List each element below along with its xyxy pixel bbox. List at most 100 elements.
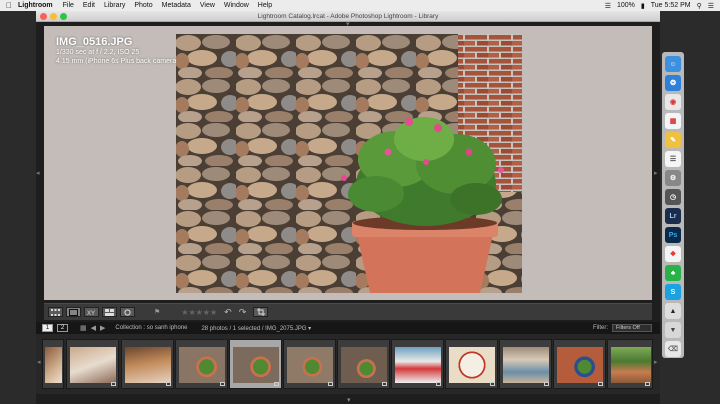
- filmstrip-thumbnail[interactable]: [499, 339, 552, 389]
- thumbnail-image: [179, 347, 225, 383]
- filmstrip-scroll-left-icon[interactable]: ◂: [37, 359, 41, 366]
- photoshop-dock-icon[interactable]: Ps: [665, 227, 681, 243]
- filmstrip-thumbnail[interactable]: [607, 339, 653, 389]
- close-window-button[interactable]: [40, 13, 47, 20]
- survey-view-button[interactable]: [102, 307, 117, 317]
- collection-source[interactable]: Collection : so sanh iphone: [115, 325, 187, 331]
- filmstrip-scroll-right-icon[interactable]: ▸: [654, 359, 658, 366]
- reminders-icon[interactable]: ☰: [665, 151, 681, 167]
- thumbnail-badge-icon: [645, 382, 650, 386]
- menu-photo[interactable]: Photo: [134, 2, 152, 9]
- filmstrip-thumbnail[interactable]: [283, 339, 336, 389]
- mac-menu-bar:  Lightroom File Edit Library Photo Meta…: [0, 0, 720, 11]
- thumbnail-badge-icon: [382, 382, 387, 386]
- filmstrip-toggle-icon[interactable]: ▾: [347, 396, 351, 404]
- filmstrip-header: 1 2 ▦ ◀ ▶ Collection : so sanh iphone 28…: [36, 322, 660, 334]
- thumbnail-badge-icon: [490, 382, 495, 386]
- menu-help[interactable]: Help: [258, 2, 272, 9]
- monitor-2-button[interactable]: 2: [57, 324, 68, 332]
- thumbnail-badge-icon: [436, 382, 441, 386]
- menu-metadata[interactable]: Metadata: [162, 2, 191, 9]
- slack-icon[interactable]: ❖: [665, 246, 681, 262]
- left-panel-toggle-icon[interactable]: ◂: [36, 170, 40, 177]
- time-machine-icon[interactable]: ◷: [665, 189, 681, 205]
- apple-icon[interactable]: : [0, 1, 18, 10]
- menu-library[interactable]: Library: [104, 2, 125, 9]
- thumbnail-badge-icon: [328, 382, 333, 386]
- filmstrip-thumbnail[interactable]: [391, 339, 444, 389]
- flag-icon[interactable]: ⚑: [154, 308, 160, 316]
- battery-status[interactable]: 100%: [617, 2, 635, 9]
- forward-arrow-icon[interactable]: ▶: [100, 324, 105, 332]
- grid-icon[interactable]: ▦: [80, 324, 87, 332]
- chrome-icon[interactable]: ◉: [665, 94, 681, 110]
- mac-dock: ☺ ❂ ◉ ▦ ✎ ☰ ⚙ ◷ Lr Ps ❖ ♣ S ▲ ▼ ⌫: [662, 52, 684, 358]
- photo-count-status[interactable]: 28 photos / 1 selected / IMG_2075.JPG ▾: [201, 325, 311, 332]
- crop-overlay-button[interactable]: [253, 307, 269, 317]
- skype-icon[interactable]: S: [665, 284, 681, 300]
- main-photo-image: [176, 34, 522, 293]
- menu-file[interactable]: File: [63, 2, 74, 9]
- monitor-1-button[interactable]: 1: [42, 324, 53, 332]
- thumbnail-image: [395, 347, 441, 383]
- filmstrip-thumbnail[interactable]: [66, 339, 119, 389]
- spotlight-icon[interactable]: ⚲: [697, 2, 702, 10]
- filmstrip-thumbnail[interactable]: [445, 339, 498, 389]
- filmstrip-thumbnail[interactable]: [553, 339, 606, 389]
- loupe-view[interactable]: IMG_0516.JPG 1/330 sec at f / 2.2, ISO 2…: [44, 26, 652, 300]
- thumbnail-image: [233, 347, 279, 383]
- filmstrip-thumbnail-selected[interactable]: [229, 339, 282, 389]
- safari-icon[interactable]: ❂: [665, 75, 681, 91]
- notification-center-icon[interactable]: ☰: [708, 2, 714, 10]
- menu-window[interactable]: Window: [224, 2, 249, 9]
- loupe-view-button[interactable]: [66, 307, 81, 317]
- filmstrip[interactable]: ◂ ▸: [36, 334, 660, 394]
- star-rating[interactable]: ★★★★★: [181, 308, 217, 317]
- filter-label: Filter:: [593, 325, 608, 331]
- calendar-icon[interactable]: ▦: [665, 113, 681, 129]
- people-view-icon: [124, 308, 131, 316]
- thumbnail-image: [503, 347, 549, 383]
- rotate-right-icon[interactable]: ↷: [239, 307, 247, 318]
- filmstrip-thumbnail[interactable]: [175, 339, 228, 389]
- evernote-icon[interactable]: ♣: [665, 265, 681, 281]
- library-toolbar: XY ⚑ ★★★★★ ↶ ↷: [44, 303, 652, 320]
- system-preferences-icon[interactable]: ⚙: [665, 170, 681, 186]
- compare-view-button[interactable]: XY: [84, 307, 99, 317]
- thumbnail-image: [557, 347, 603, 383]
- lightroom-dock-icon[interactable]: Lr: [665, 208, 681, 224]
- menu-edit[interactable]: Edit: [83, 2, 95, 9]
- survey-view-icon: [105, 308, 114, 316]
- compare-view-icon: XY: [87, 311, 95, 316]
- zoom-window-button[interactable]: [60, 13, 67, 20]
- clock[interactable]: Tue 5:52 PM: [651, 2, 691, 9]
- thumbnail-badge-icon: [544, 382, 549, 386]
- finder-icon[interactable]: ☺: [665, 56, 681, 72]
- people-view-button[interactable]: [120, 307, 135, 317]
- thumbnail-image: [611, 347, 651, 383]
- thumbnail-image: [125, 347, 171, 383]
- rotate-left-icon[interactable]: ↶: [224, 307, 232, 318]
- thumbnail-badge-icon: [598, 382, 603, 386]
- app-store-icon[interactable]: ▲: [665, 303, 681, 319]
- right-panel-toggle-icon[interactable]: ▸: [654, 170, 658, 177]
- trash-icon[interactable]: ⌫: [665, 341, 681, 357]
- wifi-icon[interactable]: ☰: [605, 2, 611, 10]
- minimize-window-button[interactable]: [50, 13, 57, 20]
- filmstrip-thumbnail[interactable]: [121, 339, 174, 389]
- filter-dropdown[interactable]: Filters Off: [612, 324, 652, 332]
- back-arrow-icon[interactable]: ◀: [91, 324, 96, 332]
- filmstrip-thumbnail[interactable]: [42, 339, 64, 389]
- notes-icon[interactable]: ✎: [665, 132, 681, 148]
- filmstrip-thumbnail[interactable]: [337, 339, 390, 389]
- svg-text:XY: XY: [87, 311, 95, 316]
- grid-view-button[interactable]: [48, 307, 63, 317]
- crop-icon: [256, 308, 265, 316]
- thumbnail-image: [449, 347, 495, 383]
- downloads-stack-icon[interactable]: ▼: [665, 322, 681, 338]
- main-photo[interactable]: [176, 34, 522, 293]
- thumbnail-badge-icon: [220, 382, 225, 386]
- app-menu[interactable]: Lightroom: [18, 2, 53, 9]
- menu-view[interactable]: View: [200, 2, 215, 9]
- thumbnail-image: [70, 347, 116, 383]
